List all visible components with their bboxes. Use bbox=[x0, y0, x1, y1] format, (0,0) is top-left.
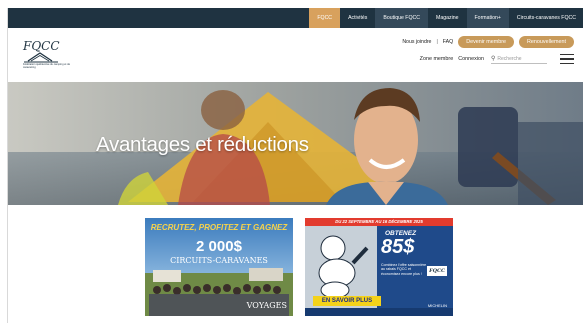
join-link[interactable]: Nous joindre bbox=[402, 39, 431, 45]
top-nav: FQCC Activités Boutique FQCC Magazine Fo… bbox=[309, 8, 583, 28]
faq-link[interactable]: FAQ bbox=[443, 39, 453, 45]
logo-caption: Fédération québécoise du camping et de c… bbox=[23, 63, 71, 69]
fqcc-logo[interactable]: FQCC Fédération québécoise du camping et… bbox=[18, 35, 76, 75]
promo-recrutez[interactable]: RECRUTEZ, PROFITEZ ET GAGNEZ 2 000$ CIRC… bbox=[145, 218, 293, 316]
learn-more-button[interactable]: EN SAVOIR PLUS bbox=[313, 296, 381, 306]
promo-michelin-fqcc-badge: FQCC bbox=[427, 266, 447, 276]
promo-recrutez-amount: 2 000$ bbox=[196, 238, 242, 255]
tab-magazine[interactable]: Magazine bbox=[428, 8, 467, 28]
promo-michelin-footer: MICHELIN bbox=[427, 303, 447, 308]
renewal-button[interactable]: Renouvellement bbox=[519, 36, 574, 48]
tab-circuits-caravanes[interactable]: Circuits-caravanes FQCC bbox=[509, 8, 583, 28]
member-zone-link[interactable]: Zone membre bbox=[420, 56, 454, 62]
promo-recrutez-subtitle: CIRCUITS-CARAVANES bbox=[170, 256, 268, 265]
hamburger-icon[interactable] bbox=[560, 54, 574, 64]
tab-fqcc[interactable]: FQCC bbox=[309, 8, 341, 28]
promo-recrutez-voyages: VOYAGES bbox=[246, 301, 287, 310]
utility-links: Nous joindre | FAQ Devenir membre Renouv… bbox=[402, 36, 574, 48]
page: FQCC Activités Boutique FQCC Magazine Fo… bbox=[7, 8, 583, 323]
top-nav-bar: FQCC Activités Boutique FQCC Magazine Fo… bbox=[8, 8, 583, 28]
tab-boutique[interactable]: Boutique FQCC bbox=[375, 8, 429, 28]
site-header: FQCC Fédération québécoise du camping et… bbox=[8, 28, 583, 88]
promo-michelin-text: Combinez l'offre saisonnière au rabais F… bbox=[381, 263, 427, 276]
search-input[interactable]: Recherche bbox=[497, 56, 521, 62]
search-icon[interactable]: ⚲ bbox=[491, 55, 495, 62]
svg-text:FQCC: FQCC bbox=[22, 39, 60, 53]
logo-mark: FQCC bbox=[22, 39, 60, 63]
promo-michelin[interactable]: DU 22 SEPTEMBRE AU 16 DÉCEMBRE 2025 OBTE… bbox=[305, 218, 453, 316]
search-field[interactable]: ⚲ Recherche bbox=[491, 54, 547, 64]
account-links: Zone membre Connexion ⚲ Recherche bbox=[420, 54, 574, 64]
hero-banner: Avantages et réductions bbox=[8, 82, 583, 205]
become-member-button[interactable]: Devenir membre bbox=[458, 36, 515, 48]
hero-title: Avantages et réductions bbox=[96, 133, 309, 156]
login-link[interactable]: Connexion bbox=[458, 56, 484, 62]
tab-activites[interactable]: Activités bbox=[340, 8, 375, 28]
tab-formation[interactable]: Formation+ bbox=[466, 8, 509, 28]
promo-recrutez-headline: RECRUTEZ, PROFITEZ ET GAGNEZ bbox=[150, 223, 288, 232]
separator: | bbox=[436, 39, 438, 45]
promo-michelin-dates: DU 22 SEPTEMBRE AU 16 DÉCEMBRE 2025 bbox=[305, 218, 453, 226]
promo-michelin-amount: 85$ bbox=[381, 236, 415, 258]
